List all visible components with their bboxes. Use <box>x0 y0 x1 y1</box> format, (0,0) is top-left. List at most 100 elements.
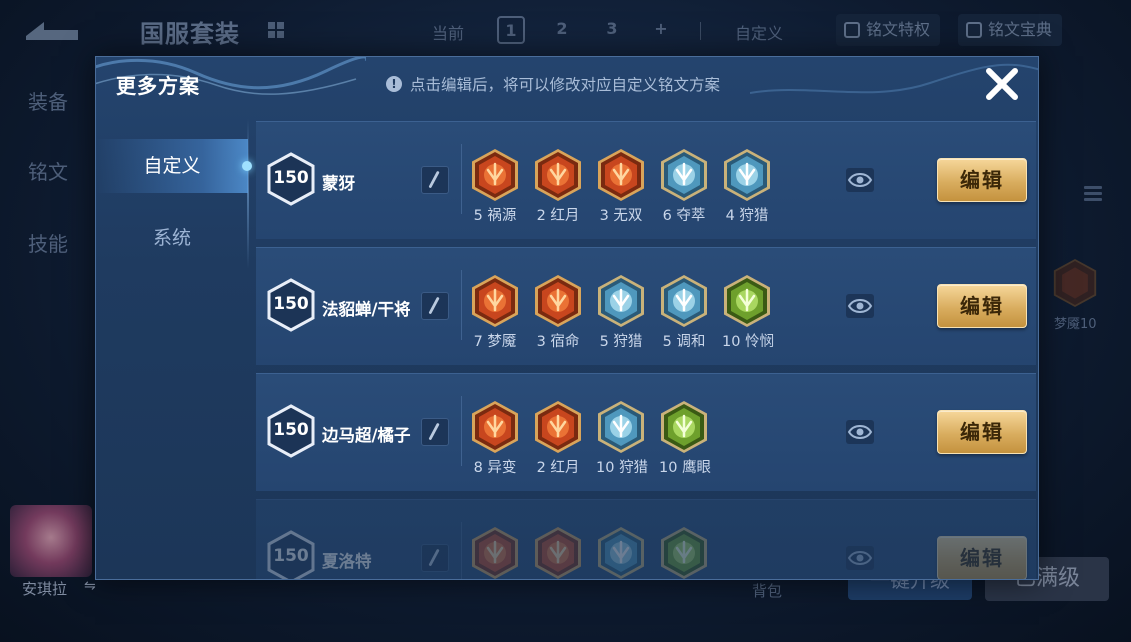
side-item-runes[interactable]: 铭文 <box>28 156 68 185</box>
rune-count: 6 <box>662 208 672 224</box>
edit-button[interactable]: 编辑 <box>937 284 1027 328</box>
rune-count: 10 <box>596 460 615 476</box>
eye-icon <box>847 425 873 439</box>
nav-item-system[interactable]: 系统 <box>96 211 248 265</box>
side-item-equipment[interactable]: 装备 <box>28 86 68 115</box>
hero-name: 安琪拉 <box>22 580 68 598</box>
close-icon[interactable] <box>981 63 1023 105</box>
rune-slot[interactable] <box>470 526 520 579</box>
plan-name: 蒙犽 <box>322 174 355 193</box>
privilege-label: 铭文特权 <box>866 20 931 39</box>
rune-count-label: 8 异变 <box>470 456 520 477</box>
privilege-icon <box>844 22 860 38</box>
page-tab-3[interactable]: 3 <box>598 16 626 44</box>
mengyan-rune-icon <box>470 274 520 328</box>
rune-count: 2 <box>536 460 546 476</box>
side-item-skills[interactable]: 技能 <box>28 228 68 257</box>
preview-button[interactable] <box>846 168 874 192</box>
active-indicator <box>242 161 252 171</box>
bag-label[interactable]: 背包 <box>752 580 782 601</box>
codex-button[interactable]: 铭文宝典 <box>958 14 1063 46</box>
rune-slot[interactable]: 10 怜悯 <box>722 274 774 358</box>
plan-row: 150 边马超/橘子 8 异变 2 红月 10 狩猎 10 鹰眼 编辑 <box>256 373 1036 491</box>
grid-icon[interactable] <box>268 22 284 38</box>
page-tab-1[interactable]: 1 <box>497 16 525 44</box>
rune-slot[interactable]: 7 梦魇 <box>470 274 520 358</box>
preview-button[interactable] <box>846 546 874 570</box>
hero-avatar[interactable] <box>10 505 92 577</box>
plan-name: 边马超/橘子 <box>322 426 411 445</box>
pencil-icon <box>428 423 440 440</box>
rune-set: 5 祸源 2 红月 3 无双 6 夺萃 4 狩猎 <box>470 148 772 232</box>
yingyan-rune-icon <box>659 400 709 454</box>
rune-slot[interactable]: 8 异变 <box>470 400 520 484</box>
rune-slot[interactable]: 5 调和 <box>659 274 709 358</box>
tip-message: ! 点击编辑后，将可以修改对应自定义铭文方案 <box>386 73 720 95</box>
rename-button[interactable] <box>421 292 449 320</box>
plan-row: 150 蒙犽 5 祸源 2 红月 3 无双 6 夺萃 4 狩猎 编辑 <box>256 121 1036 239</box>
info-icon: ! <box>386 76 402 92</box>
plan-level: 150 <box>273 420 309 440</box>
rune-name: 红月 <box>550 208 580 224</box>
rune-set: 8 异变 2 红月 10 狩猎 10 鹰眼 <box>470 400 712 484</box>
codex-label: 铭文宝典 <box>988 20 1053 39</box>
bg-custom-label[interactable]: 自定义 <box>735 20 783 44</box>
plan-list[interactable]: 150 蒙犽 5 祸源 2 红月 3 无双 6 夺萃 4 狩猎 编辑 150 法… <box>256 121 1036 579</box>
page-tab-add[interactable]: + <box>647 16 675 44</box>
rune-name: 狩猎 <box>739 208 769 224</box>
rename-button[interactable] <box>421 418 449 446</box>
edit-button[interactable]: 编辑 <box>937 536 1027 579</box>
codex-icon <box>966 22 982 38</box>
rune-count: 7 <box>473 334 483 350</box>
rune-slot[interactable] <box>533 526 583 579</box>
hongyue-rune-icon <box>533 400 583 454</box>
rune-slot[interactable]: 10 鹰眼 <box>659 400 712 484</box>
rune-name: 鹰眼 <box>682 460 712 476</box>
rune-slot[interactable]: 4 狩猎 <box>722 148 772 232</box>
rune-count: 4 <box>725 208 735 224</box>
yibian-rune-icon <box>470 400 520 454</box>
eye-icon <box>847 173 873 187</box>
rune-slot[interactable]: 3 无双 <box>596 148 646 232</box>
rune-count-label: 7 梦魇 <box>470 330 520 351</box>
rune-slot[interactable]: 3 宿命 <box>533 274 583 358</box>
rune-name: 宿命 <box>550 334 580 350</box>
rune-count: 10 <box>722 334 741 350</box>
eye-icon <box>847 299 873 313</box>
rename-button[interactable] <box>421 544 449 572</box>
rune-slot[interactable] <box>659 526 709 579</box>
red-rune-icon <box>470 526 520 579</box>
rune-count: 3 <box>536 334 546 350</box>
preview-button[interactable] <box>846 294 874 318</box>
rune-count-label: 4 狩猎 <box>722 204 772 225</box>
shoulie-rune-icon <box>596 274 646 328</box>
wushuang-rune-icon <box>596 148 646 202</box>
rune-slot[interactable]: 5 狩猎 <box>596 274 646 358</box>
nav-item-label: 自定义 <box>143 155 201 177</box>
rune-slot[interactable]: 6 夺萃 <box>659 148 709 232</box>
back-arrow-icon[interactable] <box>22 16 82 44</box>
hongyue-rune-icon <box>533 148 583 202</box>
pencil-icon <box>428 297 440 314</box>
rune-count-label: 5 祸源 <box>470 204 520 225</box>
preview-button[interactable] <box>846 420 874 444</box>
privilege-button[interactable]: 铭文特权 <box>836 14 941 46</box>
swap-icon[interactable]: ⇋ <box>84 578 96 594</box>
right-rune-label: 梦魇10 <box>1054 317 1097 332</box>
rune-slot[interactable]: 5 祸源 <box>470 148 520 232</box>
edit-button[interactable]: 编辑 <box>937 410 1027 454</box>
rune-count: 10 <box>659 460 678 476</box>
list-icon[interactable] <box>1084 186 1102 212</box>
row-divider <box>461 396 462 466</box>
rune-slot[interactable]: 2 红月 <box>533 400 583 484</box>
rune-count-label: 2 红月 <box>533 456 583 477</box>
rune-slot[interactable] <box>596 526 646 579</box>
rune-name: 狩猎 <box>619 460 649 476</box>
rune-slot[interactable]: 10 狩猎 <box>596 400 649 484</box>
rune-slot[interactable]: 2 红月 <box>533 148 583 232</box>
nav-item-custom[interactable]: 自定义 <box>96 139 252 193</box>
rename-button[interactable] <box>421 166 449 194</box>
green-rune-icon <box>659 526 709 579</box>
page-tab-2[interactable]: 2 <box>548 16 576 44</box>
edit-button[interactable]: 编辑 <box>937 158 1027 202</box>
